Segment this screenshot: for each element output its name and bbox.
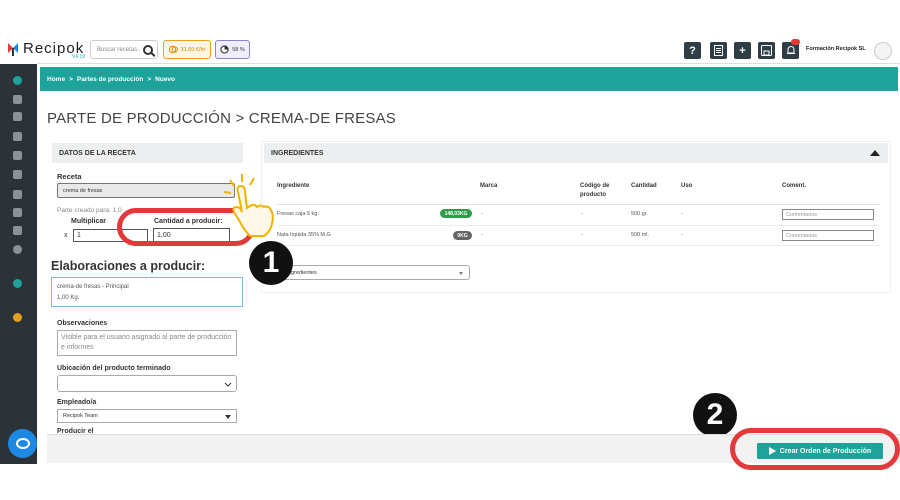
recipe-label: Receta xyxy=(57,172,82,181)
column-header: Coment. xyxy=(782,183,806,189)
multiply-x-symbol: x xyxy=(64,232,68,239)
breadcrumb-separator: > xyxy=(69,75,73,83)
row-divider xyxy=(277,225,880,226)
elaboration-name: crema-de fresas - Principal xyxy=(57,284,129,290)
logo-mark-icon xyxy=(5,41,21,57)
page-title: PARTE DE PRODUCCIÓN > CREMA-DE FRESAS xyxy=(47,110,396,127)
filter-value: ngredientes xyxy=(288,269,317,276)
search-placeholder: Buscar recetas.. xyxy=(97,46,141,53)
ingredient-name: Fresas caja 5 kg. xyxy=(277,211,319,217)
ingredients-heading: INGREDIENTES xyxy=(264,143,888,163)
cost-value: 31,60 €/hr xyxy=(180,46,206,53)
coin-icon[interactable] xyxy=(13,313,22,322)
recipe-select-value: crema de fresas xyxy=(63,187,103,194)
chevron-down-icon xyxy=(224,382,232,387)
highlight-ring-create xyxy=(730,428,900,470)
recipe-panel-heading: DATOS DE LA RECETA xyxy=(52,143,243,163)
plus-icon: + xyxy=(739,44,746,57)
table-divider xyxy=(277,204,880,205)
column-header: Código de producto xyxy=(580,183,610,198)
search-input[interactable]: Buscar recetas.. xyxy=(90,40,158,59)
employee-value: Recipok Team xyxy=(63,413,98,419)
caret-down-icon xyxy=(225,415,231,419)
elaborations-title: Elaboraciones a producir: xyxy=(51,259,206,273)
created-for-text: Parte creado para: 1,0 xyxy=(57,207,122,214)
multiply-label: Multiplicar xyxy=(71,218,107,225)
app-root: Recipok V4.19 Buscar recetas.. 31,60 €/h… xyxy=(0,0,900,500)
pointing-hand-icon xyxy=(220,172,280,247)
header-divider xyxy=(37,63,900,64)
recipes-icon[interactable] xyxy=(13,95,22,104)
column-header: Ingrediente xyxy=(277,183,310,189)
brand-cell: - xyxy=(481,232,483,238)
stock-badge: 148,03KG xyxy=(440,209,472,218)
chat-button[interactable] xyxy=(8,429,37,458)
percent-pill[interactable]: 58 % xyxy=(215,40,250,59)
code-cell: - xyxy=(581,232,583,238)
column-header: Marca xyxy=(480,183,498,189)
sidebar xyxy=(0,64,37,464)
location-select[interactable] xyxy=(57,375,237,392)
quantity-cell: 500 gr. xyxy=(631,211,648,217)
ingredient-name: Nata líquida 35% M.G xyxy=(277,232,331,238)
menu-icon[interactable] xyxy=(13,170,22,179)
app-version: V4.19 xyxy=(72,54,86,60)
breadcrumb-current: Nuevo xyxy=(155,75,175,83)
search-icon[interactable] xyxy=(143,44,153,55)
save-icon xyxy=(761,45,772,56)
recipe-select[interactable]: crema de fresas xyxy=(57,183,235,198)
employee-label: Empleado/a xyxy=(57,399,97,406)
reports-icon[interactable] xyxy=(13,226,22,235)
dashboard-icon[interactable] xyxy=(13,76,22,85)
breadcrumb: Home > Partes de producción > Nuevo xyxy=(40,67,898,91)
orders-icon[interactable] xyxy=(13,208,22,217)
caret-down-icon xyxy=(459,272,463,275)
collapse-caret-icon[interactable] xyxy=(870,150,880,156)
comment-input[interactable]: Comentarios xyxy=(782,209,874,220)
company-name[interactable]: Formación Recipok SL xyxy=(806,46,866,52)
ingredients-icon[interactable] xyxy=(13,132,22,141)
stock-badge: 0KG xyxy=(453,231,472,240)
use-cell: - xyxy=(681,211,683,217)
column-header: Uso xyxy=(681,183,693,189)
save-button[interactable] xyxy=(758,42,775,59)
pie-chart-icon xyxy=(220,45,229,54)
notification-badge xyxy=(791,39,800,45)
code-cell: - xyxy=(581,211,583,217)
location-label: Ubicación del producto terminado xyxy=(57,365,171,372)
brand-cell: - xyxy=(481,211,483,217)
ingredients-filter-select[interactable]: ngredientes xyxy=(277,265,470,280)
list-button[interactable] xyxy=(710,42,727,59)
help-button[interactable]: ? xyxy=(684,42,701,59)
documents-icon[interactable] xyxy=(13,151,22,160)
observations-textarea[interactable]: Visible para el usuario asignado al part… xyxy=(57,330,237,356)
production-icon[interactable] xyxy=(13,112,22,121)
question-icon: ? xyxy=(689,44,696,57)
bell-icon xyxy=(786,46,795,54)
settings-icon[interactable] xyxy=(13,245,22,254)
labels-icon[interactable] xyxy=(13,190,22,199)
document-icon xyxy=(714,45,723,56)
row-divider xyxy=(277,245,880,246)
elaboration-amount: 1,00 Kg. xyxy=(57,295,80,301)
comment-input[interactable]: Comentarios xyxy=(782,230,874,241)
support-icon[interactable] xyxy=(13,279,22,288)
quantity-cell: 500 ml. xyxy=(631,232,650,238)
column-header: Cantidad xyxy=(631,183,657,189)
breadcrumb-parent[interactable]: Partes de producción xyxy=(77,76,143,83)
company-avatar[interactable] xyxy=(874,42,892,60)
use-cell: - xyxy=(681,232,683,238)
elaborations-box[interactable]: crema-de fresas - Principal 1,00 Kg. xyxy=(51,277,243,307)
breadcrumb-separator: > xyxy=(147,75,152,83)
add-button[interactable]: + xyxy=(734,42,751,59)
employee-select[interactable]: Recipok Team xyxy=(57,409,237,423)
percent-value: 58 % xyxy=(232,46,245,53)
observations-label: Observaciones xyxy=(57,320,108,327)
chat-bubble-icon xyxy=(15,438,30,449)
coins-icon xyxy=(168,45,178,54)
step-marker-2: 2 xyxy=(693,393,737,437)
breadcrumb-home[interactable]: Home xyxy=(47,76,65,83)
cost-per-hour-pill[interactable]: 31,60 €/hr xyxy=(163,40,211,59)
step-marker-1: 1 xyxy=(249,241,293,285)
